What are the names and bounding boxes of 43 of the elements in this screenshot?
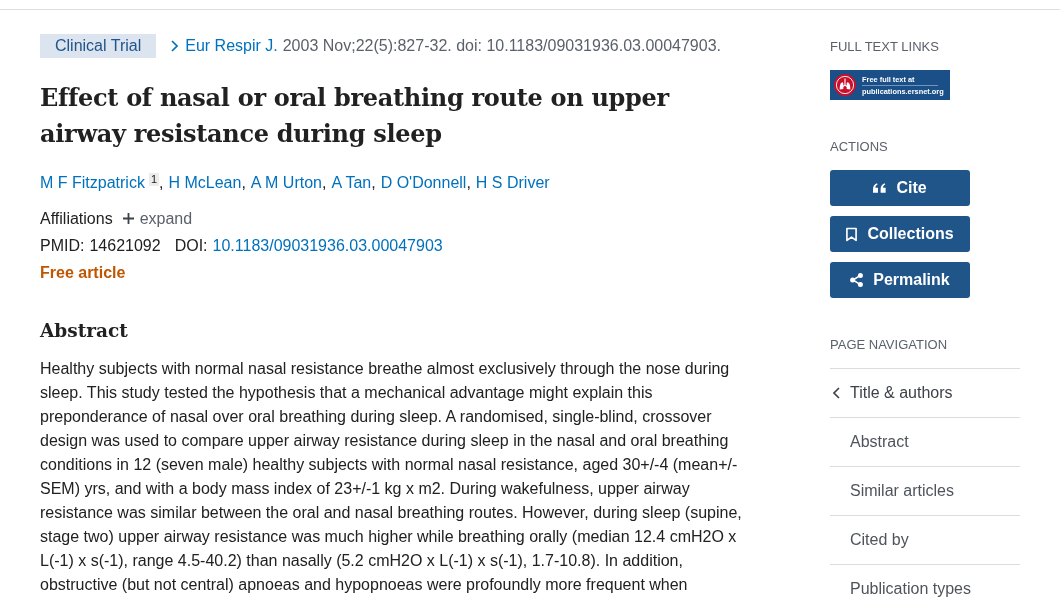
collections-button[interactable]: Collections (830, 216, 970, 252)
chevron-right-icon (171, 40, 179, 52)
affiliations-label: Affiliations (40, 209, 113, 228)
section-heading: PAGE NAVIGATION (830, 336, 948, 354)
cite-button[interactable]: Cite (830, 170, 970, 206)
page-nav-link[interactable]: Title & authors (830, 369, 1020, 418)
page-nav-link[interactable]: Abstract (830, 418, 1020, 467)
free-article-label: Free article (40, 263, 126, 282)
comma-separator: , (371, 174, 376, 192)
section-heading: ACTIONS (830, 138, 888, 156)
lungs-logo-icon (834, 74, 856, 96)
doi-link[interactable]: 10.1183/09031936.03.00047903 (212, 236, 443, 255)
chevron-left-icon (833, 387, 840, 399)
expand-toggle[interactable]: expand (139, 209, 193, 228)
bookmark-icon (846, 226, 858, 242)
abstract-heading: Abstract (40, 319, 128, 343)
identifier-label: DOI: (174, 236, 208, 255)
comma-separator: , (322, 174, 327, 192)
author-link[interactable]: A Tan (331, 174, 372, 192)
page-nav-link[interactable]: Cited by (830, 516, 1020, 565)
author-link[interactable]: H McLean (168, 174, 242, 192)
author-link[interactable]: D O'Donnell (380, 174, 467, 192)
share-icon (850, 273, 864, 287)
author-link[interactable]: M F Fitzpatrick (40, 174, 145, 192)
affiliation-number[interactable]: 1 (148, 172, 159, 186)
identifier-label: PMID: (40, 236, 85, 255)
comma-separator: , (466, 174, 471, 192)
comma-separator: , (241, 174, 246, 192)
citation-details: 2003 Nov;22(5):827-32. doi: 10.1183/09031936.03.00047903. (282, 37, 721, 55)
article-title: Effect of nasal or oral breathing route on upper airway resistance during sleep (40, 82, 671, 150)
abstract-text: Healthy subjects with normal nasal resistance breathe almost exclusively through the nose during sleep. This study tested the hypothesis that a mechanical advantage might explain this preponderance of nasal over oral breathing during sleep. A randomised, single-blind, crossover design was used to compare upper airway resistance during sleep in the nasal and oral breathing conditions in 12 (seven male) healthy subjects with normal nasal resistance, aged 30+/-4 (mean+/-SEM) yrs, and with a body mass index of 23+/-1 kg x m2. During wakefulness, upper airway resistance was similar between the oral and nasal breathing routes. However, during sleep (supine, stage two) upper airway resistance was much higher while breathing orally (median 12.4 cmH2O x L(-1) x s(-1), range 4.5-40.2) than nasally (5.2 cmH2O x L(-1) x s(-1), 1.7-10.8). In addition, obstructive (but not central) apnoeas and hypopnoeas were profoundly more frequent when (40, 359, 743, 595)
permalink-button[interactable]: Permalink (830, 262, 970, 298)
publication-type-tag: Clinical Trial (40, 34, 157, 58)
identifier-value: 14621092 (89, 236, 161, 255)
page-nav-link[interactable]: Similar articles (830, 467, 1020, 516)
plus-icon[interactable] (122, 213, 134, 224)
section-heading: FULL TEXT LINKS (830, 38, 939, 56)
author-link[interactable]: A M Urton (250, 174, 322, 192)
journal-link[interactable]: Eur Respir J. (185, 37, 278, 55)
quote-icon (873, 183, 887, 193)
comma-separator: , (159, 174, 164, 192)
author-link[interactable]: H S Driver (475, 174, 550, 192)
page-nav-link[interactable]: Publication types (830, 565, 1020, 600)
